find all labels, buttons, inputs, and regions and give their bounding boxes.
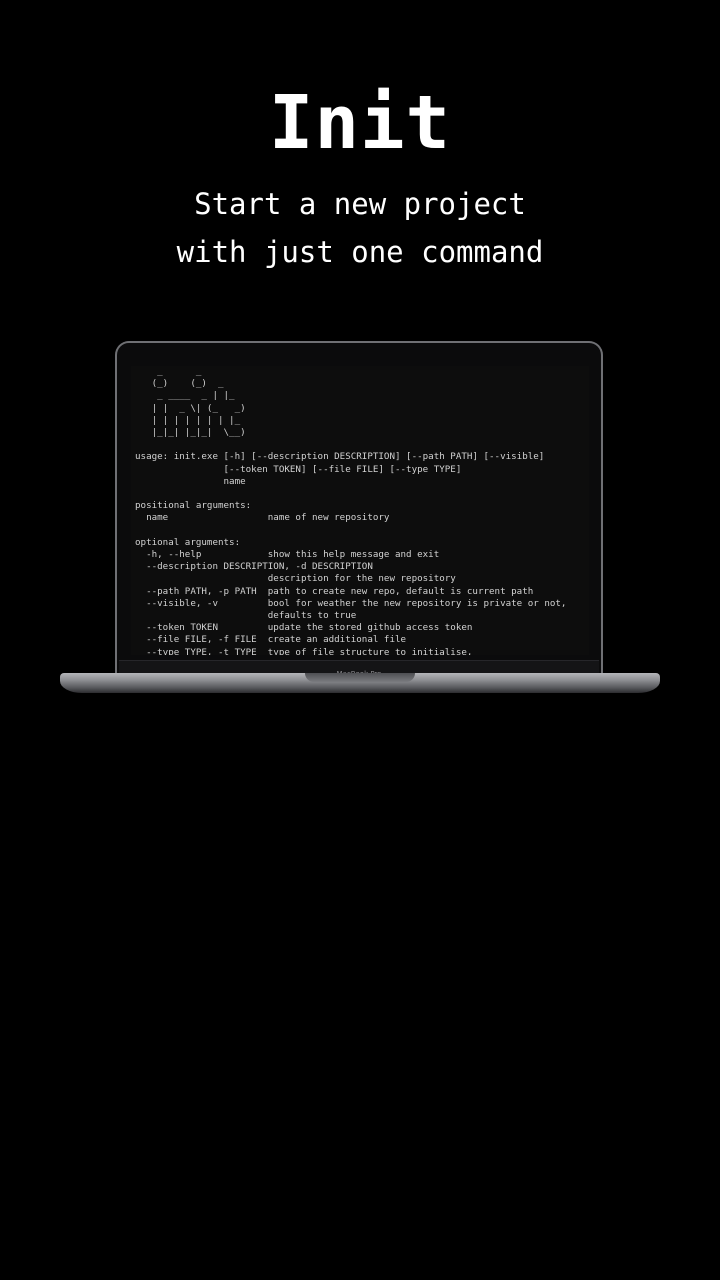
terminal-output: _ _ (_) (_) _ _ ____ _ | |_ | | _ \| (_ … [135, 366, 567, 655]
laptop-lid: _ _ (_) (_) _ _ ____ _ | |_ | | _ \| (_ … [115, 341, 603, 678]
laptop-base-notch [305, 673, 415, 682]
laptop-chin: MacBook Pro [119, 660, 599, 678]
laptop-mockup: _ _ (_) (_) _ _ ____ _ | |_ | | _ \| (_ … [60, 341, 660, 696]
laptop-base [60, 673, 660, 693]
page-subtitle: Start a new project with just one comman… [176, 187, 544, 269]
laptop-screen: _ _ (_) (_) _ _ ____ _ | |_ | | _ \| (_ … [131, 366, 589, 655]
page-title: Init [268, 80, 452, 166]
